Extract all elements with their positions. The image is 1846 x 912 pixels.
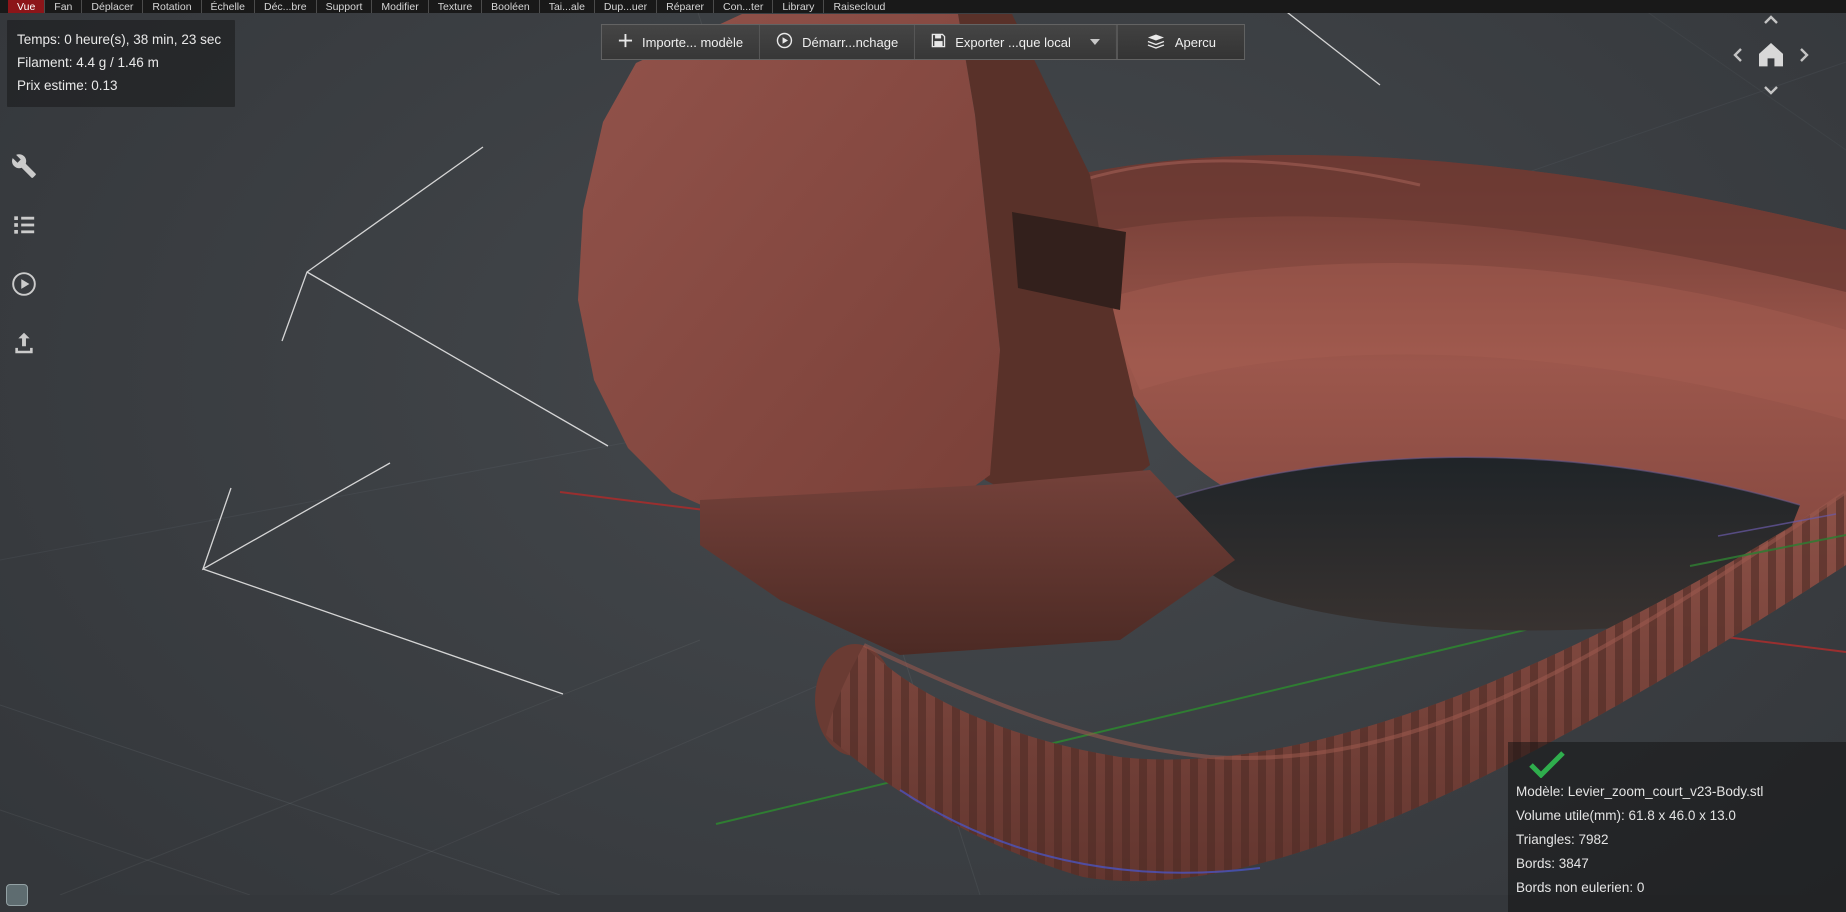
menu-item-modifier[interactable]: Modifier xyxy=(371,0,427,13)
menu-item-library[interactable]: Library xyxy=(772,0,823,13)
info-triangles: Triangles: 7982 xyxy=(1516,832,1609,847)
side-toolbar xyxy=(10,152,38,357)
import-model-label: Importe... modèle xyxy=(641,34,744,50)
play-circle-icon[interactable] xyxy=(10,270,38,298)
check-icon xyxy=(1528,750,1832,780)
menu-item-vue[interactable]: Vue xyxy=(8,0,45,13)
caret-down-icon[interactable] xyxy=(1089,39,1100,45)
info-non-euler-edges: Bords non eulerien: 0 xyxy=(1516,880,1645,895)
menu-item-dupliquer[interactable]: Dup...uer xyxy=(593,0,656,13)
chevron-right-icon[interactable] xyxy=(1796,46,1812,64)
menu-item-raisecloud[interactable]: Raisecloud xyxy=(823,0,894,13)
info-volume: Volume utile(mm): 61.8 x 46.0 x 13.0 xyxy=(1516,808,1736,823)
list-icon[interactable] xyxy=(10,211,38,239)
menu-item-texture[interactable]: Texture xyxy=(427,0,481,13)
stat-time: Temps: 0 heure(s), 38 min, 23 sec xyxy=(17,32,222,47)
model-wall xyxy=(700,470,1235,655)
layers-icon xyxy=(1146,33,1166,52)
menu-item-booleen[interactable]: Booléen xyxy=(481,0,539,13)
print-stats-panel: Temps: 0 heure(s), 38 min, 23 sec Filame… xyxy=(7,20,236,107)
menu-item-rotation[interactable]: Rotation xyxy=(142,0,200,13)
upload-icon[interactable] xyxy=(10,329,38,357)
export-label: Exporter ...que local xyxy=(955,34,1071,50)
bottom-left-icon[interactable] xyxy=(6,884,28,906)
view-nav-cluster xyxy=(1722,12,1818,104)
menu-item-connecter[interactable]: Con...ter xyxy=(713,0,772,13)
model-head xyxy=(578,14,1000,530)
start-slicing-label: Démarr...nchage xyxy=(802,34,899,50)
menu-item-decoupe-libre[interactable]: Déc...bre xyxy=(253,0,316,13)
import-model-button[interactable]: Importe... modèle xyxy=(602,25,761,59)
chevron-up-icon[interactable] xyxy=(1762,12,1780,28)
main-toolbar: Importe... modèle Démarr...nchage Export… xyxy=(600,24,1246,60)
stat-price: Prix estime: 0.13 xyxy=(17,78,118,93)
menu-item-support[interactable]: Support xyxy=(315,0,372,13)
info-model-name: Modèle: Levier_zoom_court_v23-Body.stl xyxy=(1516,784,1764,799)
wrench-icon[interactable] xyxy=(10,152,38,180)
menu-item-taille[interactable]: Tai...ale xyxy=(538,0,594,13)
menu-item-reparer[interactable]: Réparer xyxy=(656,0,713,13)
home-icon[interactable] xyxy=(1754,38,1788,72)
plus-icon xyxy=(618,33,633,51)
chevron-left-icon[interactable] xyxy=(1730,46,1746,64)
play-circle-icon xyxy=(776,32,793,52)
start-slicing-button[interactable]: Démarr...nchage xyxy=(760,25,916,59)
info-edges: Bords: 3847 xyxy=(1516,856,1589,871)
model-info-panel: Modèle: Levier_zoom_court_v23-Body.stl V… xyxy=(1508,742,1846,912)
menu-item-fan[interactable]: Fan xyxy=(44,0,81,13)
stat-filament: Filament: 4.4 g / 1.46 m xyxy=(17,55,159,70)
export-button[interactable]: Exporter ...que local xyxy=(915,25,1117,59)
save-icon xyxy=(931,33,946,51)
menu-item-deplacer[interactable]: Déplacer xyxy=(81,0,142,13)
preview-button[interactable]: Apercu xyxy=(1116,25,1245,59)
preview-label: Apercu xyxy=(1174,34,1217,50)
chevron-down-icon[interactable] xyxy=(1762,82,1780,98)
menu-bar: Vue Fan Déplacer Rotation Échelle Déc...… xyxy=(0,0,1846,13)
menu-item-echelle[interactable]: Échelle xyxy=(200,0,254,13)
